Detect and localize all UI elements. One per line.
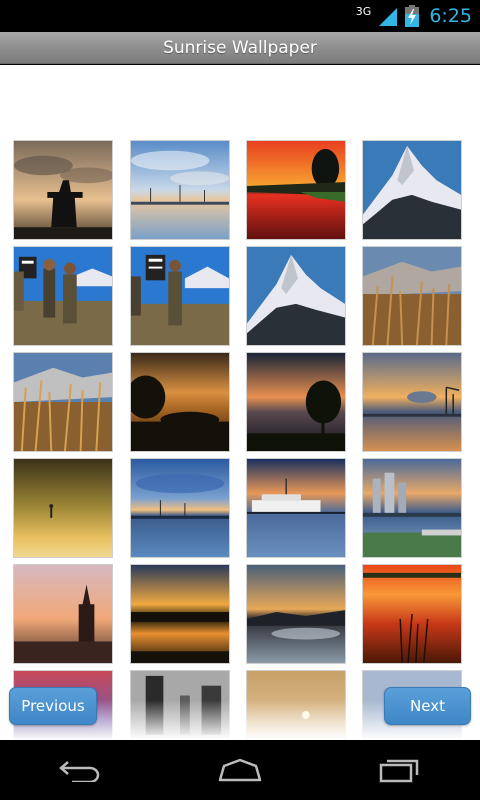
wallpaper-thumbnail-3[interactable] bbox=[246, 140, 346, 240]
wallpaper-thumbnail-16[interactable] bbox=[362, 458, 462, 558]
navigation-bar bbox=[0, 740, 480, 800]
title-bar: Sunrise Wallpaper bbox=[0, 32, 480, 64]
wallpaper-thumbnail-15[interactable] bbox=[246, 458, 346, 558]
home-button[interactable] bbox=[210, 750, 270, 790]
wallpaper-gallery[interactable]: Previous Next bbox=[0, 65, 480, 740]
wallpaper-thumbnail-18[interactable] bbox=[130, 564, 230, 664]
back-button[interactable] bbox=[50, 750, 110, 790]
wallpaper-thumbnail-11[interactable] bbox=[246, 352, 346, 452]
wallpaper-thumbnail-20[interactable] bbox=[362, 564, 462, 664]
recents-button[interactable] bbox=[370, 750, 430, 790]
wallpaper-thumbnail-17[interactable] bbox=[13, 564, 113, 664]
status-bar: 3G 6:25 bbox=[0, 0, 480, 32]
previous-button[interactable]: Previous bbox=[9, 687, 97, 725]
network-type-label: 3G bbox=[355, 4, 372, 18]
wallpaper-thumbnail-6[interactable] bbox=[130, 246, 230, 346]
wallpaper-thumbnail-12[interactable] bbox=[362, 352, 462, 452]
recents-icon bbox=[379, 759, 419, 783]
page-title: Sunrise Wallpaper bbox=[163, 37, 317, 58]
wallpaper-thumbnail-13[interactable] bbox=[13, 458, 113, 558]
thumbnail-grid bbox=[0, 65, 480, 740]
wallpaper-thumbnail-5[interactable] bbox=[13, 246, 113, 346]
wallpaper-thumbnail-14[interactable] bbox=[130, 458, 230, 558]
wallpaper-thumbnail-7[interactable] bbox=[246, 246, 346, 346]
wallpaper-thumbnail-9[interactable] bbox=[13, 352, 113, 452]
clock: 6:25 bbox=[429, 5, 472, 27]
wallpaper-thumbnail-1[interactable] bbox=[13, 140, 113, 240]
battery-charging-icon bbox=[405, 5, 420, 27]
wallpaper-thumbnail-8[interactable] bbox=[362, 246, 462, 346]
home-icon bbox=[218, 758, 262, 782]
wallpaper-thumbnail-2[interactable] bbox=[130, 140, 230, 240]
signal-icon bbox=[377, 6, 399, 26]
next-button[interactable]: Next bbox=[384, 687, 471, 725]
wallpaper-thumbnail-19[interactable] bbox=[246, 564, 346, 664]
back-icon bbox=[59, 761, 100, 782]
wallpaper-thumbnail-10[interactable] bbox=[130, 352, 230, 452]
wallpaper-thumbnail-4[interactable] bbox=[362, 140, 462, 240]
